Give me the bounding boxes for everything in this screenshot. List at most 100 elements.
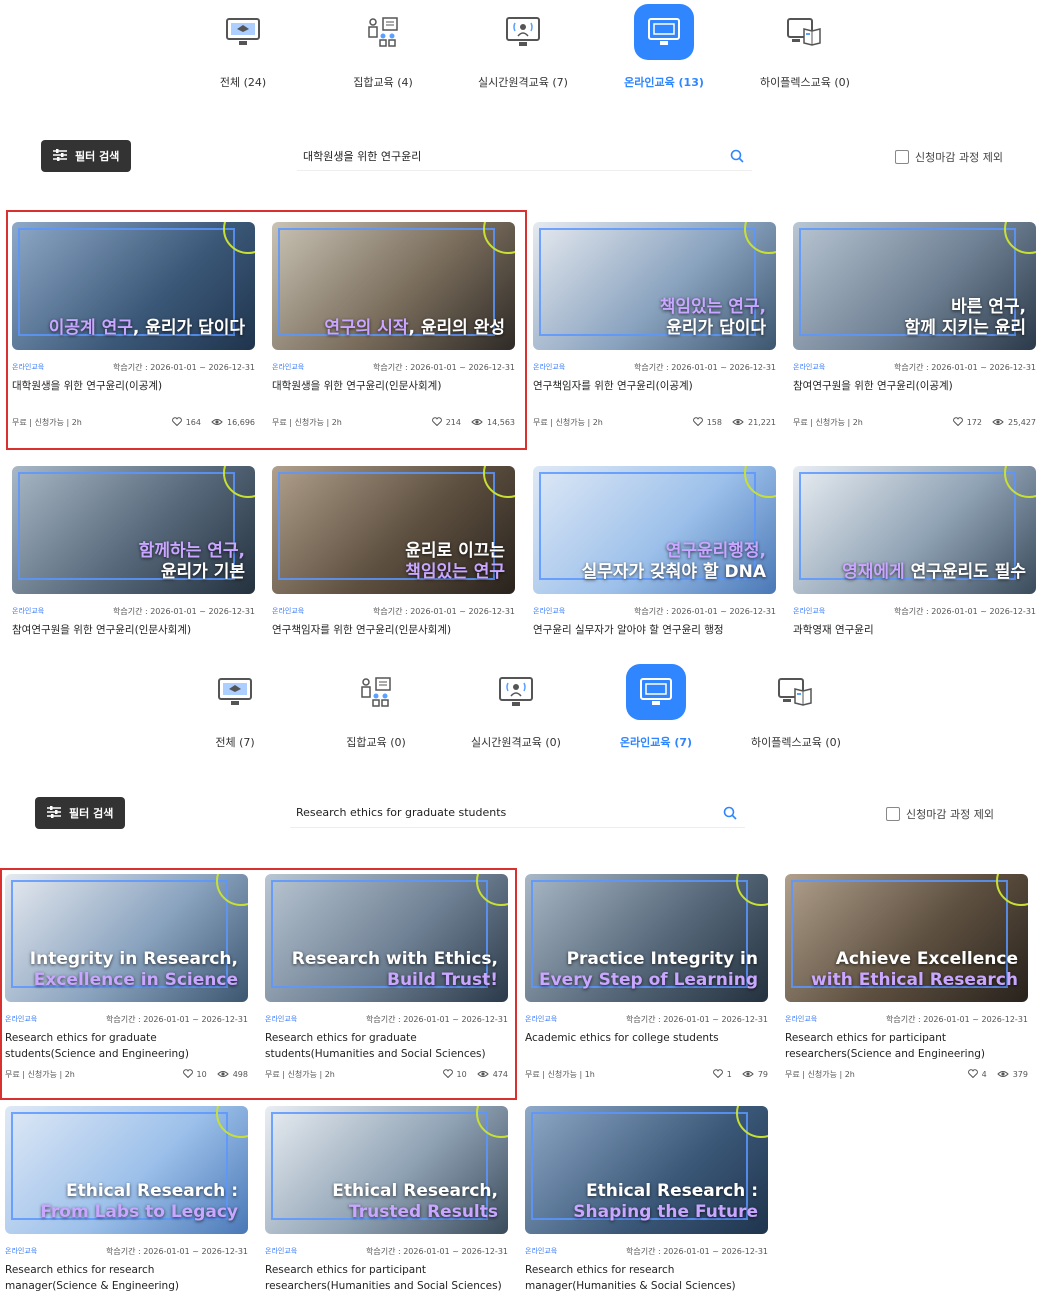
course-title[interactable]: 참여연구원을 위한 연구윤리(이공계) [793,379,1036,413]
course-thumbnail[interactable]: Integrity in Research, Excellence in Scie… [5,874,248,1002]
search-icon[interactable] [722,149,752,163]
course-card[interactable]: Research with Ethics, Build Trust! 온라인교육 학… [265,874,508,1080]
course-card[interactable]: Ethical Research, Trusted Results 온라인교육 학습… [265,1106,508,1297]
exclude-closed-checkbox[interactable]: 신청마감 과정 제외 [895,149,1003,165]
search-icon[interactable] [715,806,745,820]
like-count[interactable]: 172 [952,417,982,428]
category-tab-4[interactable]: 하이플렉스교육 (0) [740,4,870,90]
course-thumbnail[interactable]: 영재에게 연구윤리도 필수 [793,466,1036,594]
en-course-section: 전체 (7) 집합교육 (0) 실시간원격교육 (0) 온라인교육 (7) 하이플렉스교… [0,660,1041,1292]
category-tab-3[interactable]: 온라인교육 (7) [591,664,721,750]
course-card[interactable]: Integrity in Research, Excellence in Scie… [5,874,248,1080]
course-title[interactable]: Research ethics for research manager(Sci… [5,1263,248,1297]
like-count[interactable]: 164 [171,417,201,428]
online-monitor-icon [626,664,686,720]
exclude-closed-checkbox[interactable]: 신청마감 과정 제외 [886,806,994,822]
course-thumbnail[interactable]: 바른 연구, 함께 지키는 윤리 [793,222,1036,350]
study-period: 학습기간 : 2026-01-01 ~ 2026-12-31 [366,1015,508,1024]
filter-search-button[interactable]: 필터 검색 [41,140,132,172]
filter-search-button[interactable]: 필터 검색 [35,797,126,829]
category-tab-1[interactable]: 집합교육 (0) [311,664,441,750]
course-thumbnail[interactable]: Practice Integrity in Every Step of Learn… [525,874,768,1002]
course-thumbnail[interactable]: 이공계 연구, 윤리가 답이다 [12,222,255,350]
course-title[interactable]: 연구책임자를 위한 연구윤리(이공계) [533,379,776,413]
thumbnail-line-1: 책임있는 연구, [659,297,766,318]
course-thumbnail[interactable]: Research with Ethics, Build Trust! [265,874,508,1002]
view-count: 25,427 [992,418,1036,428]
eye-icon [471,418,483,428]
category-tab-2[interactable]: 실시간원격교육 (7) [458,4,588,90]
category-tab-0[interactable]: 전체 (24) [178,4,308,90]
category-tab-0[interactable]: 전체 (7) [170,664,300,750]
course-info: 무료 | 신청가능 | 2h [793,418,863,427]
course-title[interactable]: 연구책임자를 위한 연구윤리(인문사회계) [272,623,515,657]
course-title[interactable]: 참여연구원을 위한 연구윤리(인문사회계) [12,623,255,657]
view-count-value: 25,427 [1008,418,1036,427]
category-tab-label: 온라인교육 (13) [624,76,704,89]
search-input[interactable]: 대학원생을 위한 연구윤리 [297,141,752,171]
course-title[interactable]: Research ethics for participant research… [785,1031,1028,1065]
course-title[interactable]: Research ethics for participant research… [265,1263,508,1297]
category-tab-label: 온라인교육 (7) [619,736,693,749]
like-count[interactable]: 10 [182,1069,207,1080]
like-count[interactable]: 1 [712,1069,732,1080]
like-count-value: 214 [445,418,461,427]
course-title[interactable]: 과학영재 연구윤리 [793,623,1036,657]
course-thumbnail[interactable]: Ethical Research : Shaping the Future [525,1106,768,1234]
heart-icon [712,1069,723,1080]
course-thumbnail[interactable]: Ethical Research : From Labs to Legacy [5,1106,248,1234]
like-count[interactable]: 4 [967,1069,987,1080]
search-input[interactable]: Research ethics for graduate students [290,798,745,828]
checkbox-box[interactable] [895,150,909,164]
thumbnail-line-2: 책임있는 연구 [405,561,505,582]
course-card[interactable]: Ethical Research : From Labs to Legacy 온라… [5,1106,248,1297]
course-card[interactable]: 책임있는 연구, 윤리가 답이다 온라인교육 학습기간 : 2026-01-01 ~… [533,222,776,428]
course-card[interactable]: 함께하는 연구, 윤리가 기본 온라인교육 학습기간 : 2026-01-01 ~ … [12,466,255,657]
category-tabs: 전체 (7) 집합교육 (0) 실시간원격교육 (0) 온라인교육 (7) 하이플렉스교… [0,660,1041,760]
thumbnail-line-2: Excellence in Science [33,969,238,990]
course-card[interactable]: 이공계 연구, 윤리가 답이다 온라인교육 학습기간 : 2026-01-01 ~… [12,222,255,428]
course-title[interactable]: Academic ethics for college students [525,1031,768,1065]
course-card[interactable]: 영재에게 연구윤리도 필수 온라인교육 학습기간 : 2026-01-01 ~ 2… [793,466,1036,657]
course-title[interactable]: 연구윤리 실무자가 알아야 할 연구윤리 행정 [533,623,776,657]
checkbox-box[interactable] [886,807,900,821]
course-card[interactable]: Practice Integrity in Every Step of Learn… [525,874,768,1080]
course-title[interactable]: Research ethics for research manager(Hum… [525,1263,768,1297]
course-card[interactable]: Achieve Excellence with Ethical Research … [785,874,1028,1080]
course-thumbnail[interactable]: 책임있는 연구, 윤리가 답이다 [533,222,776,350]
course-card[interactable]: Ethical Research : Shaping the Future 온라인… [525,1106,768,1297]
category-tab-label: 전체 (7) [215,736,255,749]
course-title[interactable]: Research ethics for graduate students(Hu… [265,1031,508,1065]
category-tab-1[interactable]: 집합교육 (4) [318,4,448,90]
course-thumbnail[interactable]: 함께하는 연구, 윤리가 기본 [12,466,255,594]
course-title[interactable]: 대학원생을 위한 연구윤리(이공계) [12,379,255,413]
like-count[interactable]: 10 [442,1069,467,1080]
like-count-value: 164 [185,418,201,427]
course-thumbnail[interactable]: 윤리로 이끄는 책임있는 연구 [272,466,515,594]
category-badge: 온라인교육 [12,363,45,371]
category-tab-4[interactable]: 하이플렉스교육 (0) [731,664,861,750]
category-badge: 온라인교육 [793,363,826,371]
course-card[interactable]: 윤리로 이끄는 책임있는 연구 온라인교육 학습기간 : 2026-01-01 ~ … [272,466,515,657]
classroom-monitor-icon [213,4,273,60]
study-period: 학습기간 : 2026-01-01 ~ 2026-12-31 [894,363,1036,372]
like-count[interactable]: 214 [431,417,461,428]
course-card[interactable]: 연구윤리행정, 실무자가 갖춰야 할 DNA 온라인교육 학습기간 : 2026-0… [533,466,776,657]
study-period: 학습기간 : 2026-01-01 ~ 2026-12-31 [106,1015,248,1024]
category-tab-3[interactable]: 온라인교육 (13) [599,4,729,90]
exclude-closed-label: 신청마감 과정 제외 [906,808,994,821]
course-card[interactable]: 연구의 시작, 윤리의 완성 온라인교육 학습기간 : 2026-01-01 ~ … [272,222,515,428]
category-tab-2[interactable]: 실시간원격교육 (0) [451,664,581,750]
course-thumbnail[interactable]: Achieve Excellence with Ethical Research [785,874,1028,1002]
course-card[interactable]: 바른 연구, 함께 지키는 윤리 온라인교육 학습기간 : 2026-01-01 ~… [793,222,1036,428]
course-thumbnail[interactable]: 연구의 시작, 윤리의 완성 [272,222,515,350]
like-count[interactable]: 158 [692,417,722,428]
category-badge: 온라인교육 [533,607,566,615]
sliders-icon [53,148,67,164]
course-title[interactable]: 대학원생을 위한 연구윤리(인문사회계) [272,379,515,413]
course-title[interactable]: Research ethics for graduate students(Sc… [5,1031,248,1065]
study-period: 학습기간 : 2026-01-01 ~ 2026-12-31 [113,607,255,616]
course-thumbnail[interactable]: Ethical Research, Trusted Results [265,1106,508,1234]
thumbnail-highlight-text: 연구의 시작 [324,317,409,338]
course-thumbnail[interactable]: 연구윤리행정, 실무자가 갖춰야 할 DNA [533,466,776,594]
